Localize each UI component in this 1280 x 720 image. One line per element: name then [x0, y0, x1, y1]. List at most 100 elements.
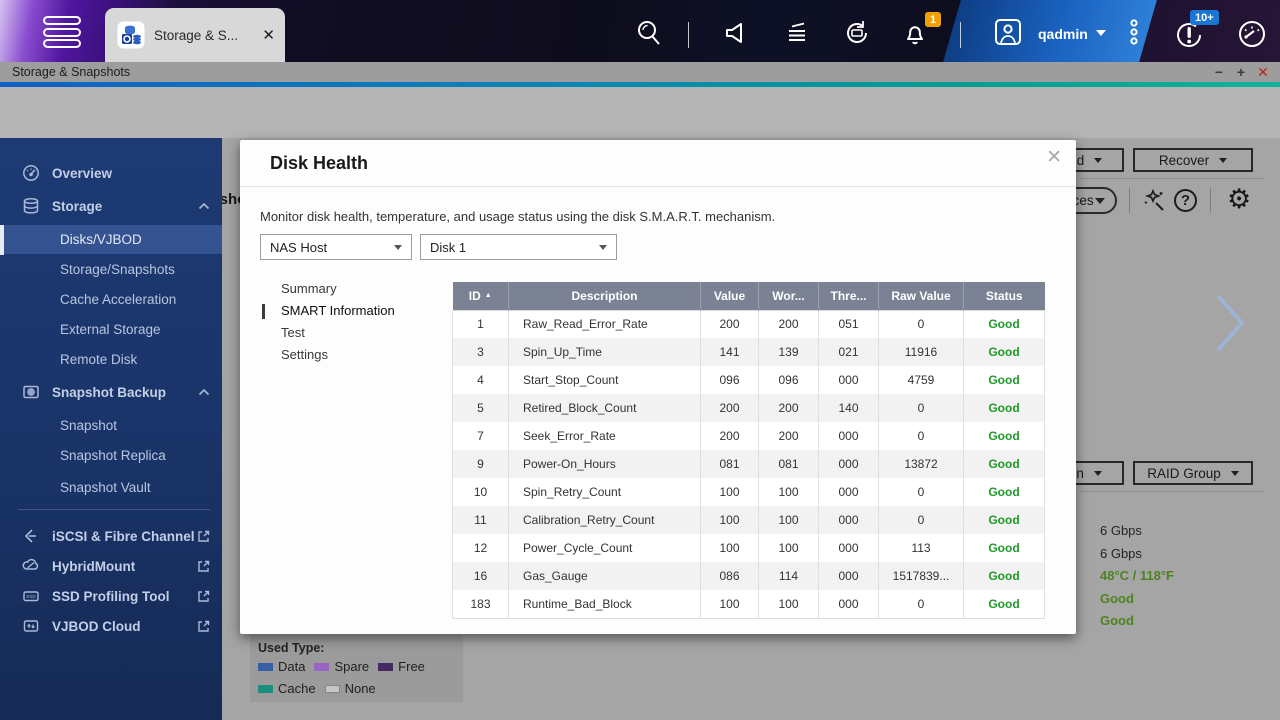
table-row[interactable]: 10Spin_Retry_Count1001000000Good — [453, 478, 1045, 506]
maximize-button[interactable]: + — [1230, 62, 1252, 82]
column-header-status[interactable]: Status — [964, 282, 1045, 310]
resource-monitor-icon[interactable] — [1236, 18, 1268, 48]
legend-item: Cache — [258, 681, 316, 696]
sync-status-icon[interactable] — [842, 18, 872, 48]
disk-select[interactable]: Disk 1 — [420, 234, 617, 260]
raid-group-button[interactable]: RAID Group — [1133, 461, 1253, 485]
chevron-up-icon[interactable] — [198, 202, 210, 210]
more-menu-icon[interactable] — [1126, 17, 1142, 47]
sidebar-item-vjbod-cloud[interactable]: VJBOD Cloud — [0, 611, 222, 641]
sidebar-item-remote-disk[interactable]: Remote Disk — [0, 344, 222, 374]
tab-close-icon[interactable]: ✕ — [262, 26, 275, 44]
column-header-wor[interactable]: Wor... — [759, 282, 819, 310]
cell: 200 — [701, 310, 759, 338]
legend-swatch — [314, 663, 329, 671]
cell: Good — [964, 478, 1045, 506]
table-row[interactable]: 4Start_Stop_Count0960960004759Good — [453, 366, 1045, 394]
user-name[interactable]: qadmin — [1038, 26, 1088, 42]
column-header-thre[interactable]: Thre... — [819, 282, 879, 310]
chevron-up-icon[interactable] — [198, 388, 210, 396]
dialog-close-icon[interactable]: ✕ — [1046, 146, 1062, 169]
column-header-rawvalue[interactable]: Raw Value — [879, 282, 964, 310]
sidebar-item-disks-vjbod[interactable]: Disks/VJBOD — [0, 225, 222, 254]
nav-item-smart-information[interactable]: SMART Information — [240, 300, 395, 322]
carousel-next-icon[interactable] — [1212, 292, 1248, 354]
legend-label: None — [345, 681, 376, 696]
column-header-id[interactable]: ID▲ — [453, 282, 509, 310]
table-row[interactable]: 16Gas_Gauge0861140001517839...Good — [453, 562, 1045, 590]
sidebar-item-hybridmount[interactable]: HybridMount — [0, 551, 222, 581]
sidebar-item-storage[interactable]: Storage — [0, 191, 222, 221]
nav-item-settings[interactable]: Settings — [240, 344, 395, 366]
cell: Good — [964, 450, 1045, 478]
cell: 1517839... — [879, 562, 964, 590]
recover-button[interactable]: Recover — [1133, 148, 1253, 172]
sidebar-item-overview[interactable]: Overview — [0, 158, 222, 188]
table-row[interactable]: 12Power_Cycle_Count100100000113Good — [453, 534, 1045, 562]
help-icon[interactable]: ? — [1174, 189, 1197, 212]
sidebar-item-snapshot-replica[interactable]: Snapshot Replica — [0, 440, 222, 470]
external-link-icon — [197, 590, 210, 603]
app-tab[interactable]: Storage & S... ✕ — [105, 8, 285, 62]
device-info-value: 6 Gbps — [1100, 520, 1174, 543]
window-titlebar[interactable]: Storage & Snapshots − + ✕ — [0, 62, 1280, 82]
cell: 0 — [879, 590, 964, 618]
legend-label: Free — [398, 659, 425, 674]
alert-badge: 10+ — [1190, 10, 1219, 25]
sidebar-item-label: Cache Acceleration — [60, 292, 176, 307]
device-info-value: 48°C / 118°F — [1100, 565, 1174, 588]
gauge-icon — [22, 164, 40, 182]
table-row[interactable]: 11Calibration_Retry_Count1001000000Good — [453, 506, 1045, 534]
cell: Calibration_Retry_Count — [509, 506, 701, 534]
sidebar-item-storage-snapshots[interactable]: Storage/Snapshots — [0, 254, 222, 284]
table-row[interactable]: 7Seek_Error_Rate2002000000Good — [453, 422, 1045, 450]
minimize-button[interactable]: − — [1208, 62, 1230, 82]
user-avatar-icon[interactable] — [992, 16, 1024, 46]
table-row[interactable]: 1Raw_Read_Error_Rate2002000510Good — [453, 310, 1045, 338]
nav-item-summary[interactable]: Summary — [240, 278, 395, 300]
cell: 051 — [819, 310, 879, 338]
table-row[interactable]: 3Spin_Up_Time14113902111916Good — [453, 338, 1045, 366]
legend-title: Used Type: — [258, 641, 455, 655]
user-menu-caret-icon[interactable] — [1096, 30, 1106, 36]
caret-down-icon — [1094, 158, 1102, 163]
main-menu-button[interactable] — [43, 16, 83, 52]
nas-host-select[interactable]: NAS Host — [260, 234, 412, 260]
sidebar-item-cache-acceleration[interactable]: Cache Acceleration — [0, 284, 222, 314]
column-header-description[interactable]: Description — [509, 282, 701, 310]
settings-gear-icon[interactable]: ⚙ — [1227, 186, 1251, 213]
header-divider — [1129, 188, 1130, 213]
table-row[interactable]: 9Power-On_Hours08108100013872Good — [453, 450, 1045, 478]
search-icon[interactable] — [634, 18, 664, 48]
close-window-button[interactable]: ✕ — [1252, 62, 1274, 82]
disk-health-dialog: Disk Health ✕ Monitor disk health, tempe… — [240, 140, 1076, 634]
external-link-icon — [197, 560, 210, 573]
cell: 200 — [759, 394, 819, 422]
table-row[interactable]: 5Retired_Block_Count2002001400Good — [453, 394, 1045, 422]
background-divider — [1080, 178, 1264, 179]
nav-item-test[interactable]: Test — [240, 322, 395, 344]
table-row[interactable]: 183Runtime_Bad_Block1001000000Good — [453, 590, 1045, 618]
sidebar-item-iscsi-fibre-channel[interactable]: iSCSI & Fibre Channel — [0, 521, 222, 551]
topbar-divider — [688, 22, 689, 48]
background-divider — [1080, 491, 1264, 492]
cell: 5 — [453, 394, 509, 422]
screen: Storage & S... ✕ — [0, 0, 1280, 720]
smart-wizard-icon[interactable] — [1141, 188, 1167, 219]
sidebar-item-snapshot[interactable]: Snapshot — [0, 410, 222, 440]
sidebar-item-snapshot-vault[interactable]: Snapshot Vault — [0, 472, 222, 502]
event-log-icon[interactable] — [782, 18, 812, 48]
notification-speaker-icon[interactable] — [722, 18, 752, 48]
dialog-nav: Summary SMART Information Test Settings — [240, 278, 395, 366]
cell: 4759 — [879, 366, 964, 394]
legend-label: Cache — [278, 681, 316, 696]
cell: Spin_Up_Time — [509, 338, 701, 366]
sidebar-item-snapshot-backup[interactable]: Snapshot Backup — [0, 377, 222, 407]
vjbod-cloud-icon — [22, 617, 40, 635]
column-header-value[interactable]: Value — [701, 282, 759, 310]
legend-items: DataSpareFreeCacheNone — [258, 659, 458, 696]
table-header-row: ID▲DescriptionValueWor...Thre...Raw Valu… — [453, 282, 1045, 310]
sidebar-item-ssd-profiling-tool[interactable]: SSD SSD Profiling Tool — [0, 581, 222, 611]
cell: 200 — [759, 310, 819, 338]
sidebar-item-external-storage[interactable]: External Storage — [0, 314, 222, 344]
